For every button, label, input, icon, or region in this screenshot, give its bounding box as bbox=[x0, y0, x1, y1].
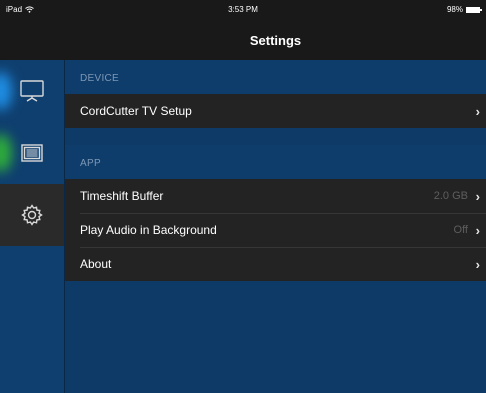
row-cordcutter-setup[interactable]: CordCutter TV Setup › bbox=[65, 94, 486, 128]
chevron-right-icon: › bbox=[475, 257, 480, 272]
row-label: Timeshift Buffer bbox=[80, 189, 164, 203]
status-bar: iPad 3:53 PM 98% bbox=[0, 0, 486, 20]
battery-icon bbox=[466, 6, 482, 13]
sidebar-item-settings[interactable] bbox=[0, 184, 64, 246]
row-timeshift-buffer[interactable]: Timeshift Buffer 2.0 GB › bbox=[65, 179, 486, 213]
tv-icon bbox=[20, 80, 44, 102]
battery-percent: 98% bbox=[446, 5, 463, 14]
row-value: 2.0 GB bbox=[433, 190, 468, 202]
chevron-right-icon: › bbox=[475, 223, 480, 238]
row-play-audio-background[interactable]: Play Audio in Background Off › bbox=[65, 213, 486, 247]
status-time: 3:53 PM bbox=[228, 5, 258, 14]
guide-glow bbox=[0, 134, 12, 172]
row-label: Play Audio in Background bbox=[80, 223, 217, 237]
section-header-app: APP bbox=[65, 145, 486, 179]
gear-icon bbox=[21, 204, 43, 226]
row-label: CordCutter TV Setup bbox=[80, 104, 192, 118]
page-title: Settings bbox=[249, 33, 302, 48]
sidebar-item-guide[interactable] bbox=[0, 122, 64, 184]
row-about[interactable]: About › bbox=[65, 247, 486, 281]
settings-screen: iPad 3:53 PM 98% Settings DEVICE CordCut… bbox=[0, 0, 486, 393]
settings-list: DEVICE CordCutter TV Setup › APP Timeshi… bbox=[65, 60, 486, 393]
guide-icon bbox=[21, 144, 43, 162]
section-header-device: DEVICE bbox=[65, 60, 486, 94]
status-right: 98% bbox=[446, 5, 482, 14]
sidebar-item-device[interactable] bbox=[0, 60, 64, 122]
battery-fill bbox=[467, 7, 479, 12]
navigation-bar: Settings bbox=[0, 20, 486, 60]
chevron-right-icon: › bbox=[475, 189, 480, 204]
device-glow bbox=[0, 72, 12, 110]
section-gap bbox=[65, 128, 486, 145]
sidebar bbox=[0, 60, 65, 393]
row-label: About bbox=[80, 257, 112, 271]
row-value: Off bbox=[453, 224, 468, 236]
chevron-right-icon: › bbox=[475, 104, 480, 119]
